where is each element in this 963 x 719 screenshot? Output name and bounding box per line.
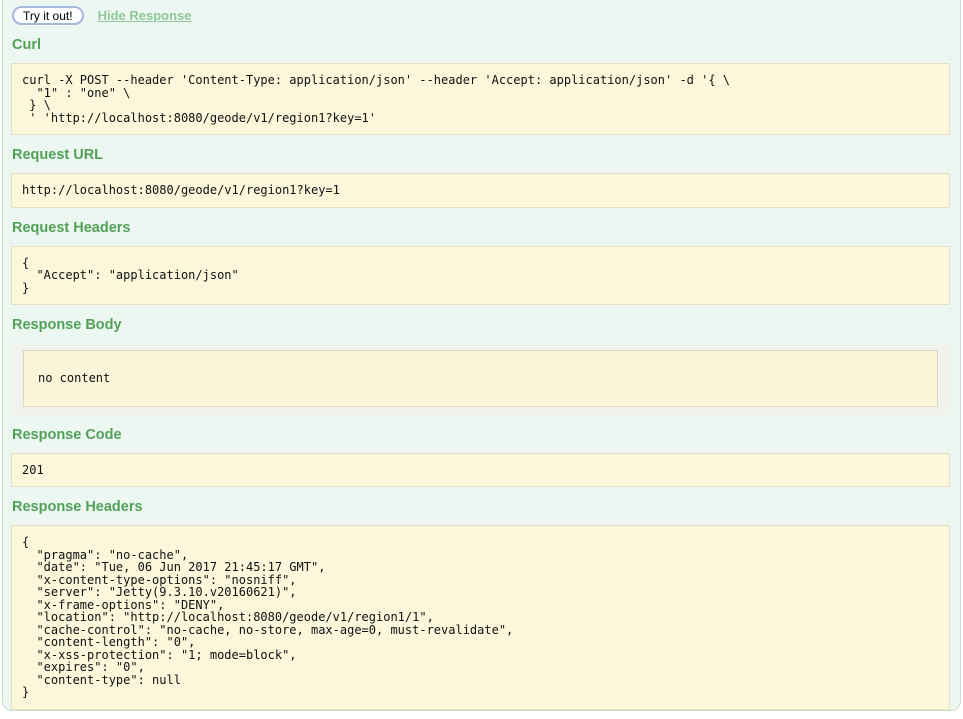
response-code-heading: Response Code [12, 426, 122, 443]
response-headers-heading: Response Headers [12, 499, 143, 515]
response-code-block: 201 [11, 452, 950, 487]
sandbox-actions-row: Try it out! Hide Response [11, 3, 950, 25]
response-body-heading: Response Body [12, 317, 122, 333]
response-body-container: no content [11, 343, 950, 415]
response-body-block: no content [23, 350, 938, 407]
operation-response-panel: Try it out! Hide Response Curl curl -X P… [2, 0, 961, 711]
request-url-block: http://localhost:8080/geode/v1/region1?k… [11, 173, 950, 208]
request-url-heading: Request URL [12, 147, 104, 163]
request-headers-block: { "Accept": "application/json" } [11, 245, 950, 305]
curl-command-block: curl -X POST --header 'Content-Type: app… [11, 63, 950, 135]
request-headers-heading: Request Headers [12, 219, 131, 236]
curl-heading: Curl [12, 37, 41, 53]
response-headers-block: { "pragma": "no-cache", "date": "Tue, 06… [11, 525, 950, 710]
hide-response-link[interactable]: Hide Response [98, 8, 192, 23]
try-it-out-button[interactable]: Try it out! [12, 5, 84, 25]
